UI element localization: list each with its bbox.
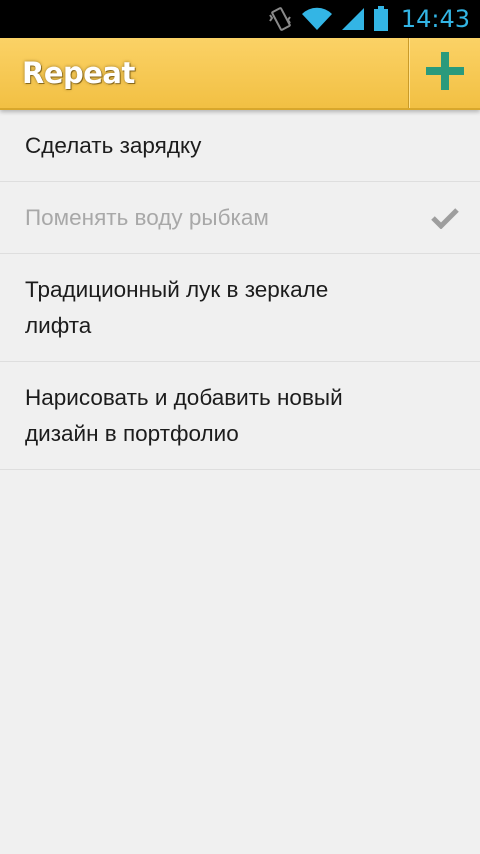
signal-icon bbox=[341, 7, 365, 31]
task-text: Сделать зарядку bbox=[25, 132, 202, 158]
status-bar: 14:43 bbox=[0, 0, 480, 38]
task-text: Поменять воду рыбкам bbox=[25, 204, 269, 230]
task-item[interactable]: Традиционный лук в зеркале лифта bbox=[0, 254, 480, 362]
task-text: Традиционный лук в зеркале лифта bbox=[25, 276, 329, 338]
plus-icon bbox=[425, 51, 464, 95]
task-text: Нарисовать и добавить новый дизайн в пор… bbox=[25, 384, 343, 446]
check-icon bbox=[431, 207, 459, 229]
app-title: Repeat bbox=[22, 56, 135, 90]
action-bar: Repeat bbox=[0, 38, 480, 110]
wifi-icon bbox=[301, 7, 333, 31]
status-time: 14:43 bbox=[400, 5, 470, 33]
task-list: Сделать зарядку Поменять воду рыбкам Тра… bbox=[0, 110, 480, 470]
battery-icon bbox=[373, 6, 389, 32]
vibrate-icon bbox=[267, 6, 293, 32]
task-item-done[interactable]: Поменять воду рыбкам bbox=[0, 182, 480, 254]
task-item[interactable]: Сделать зарядку bbox=[0, 110, 480, 182]
task-item[interactable]: Нарисовать и добавить новый дизайн в пор… bbox=[0, 362, 480, 470]
add-task-button[interactable] bbox=[408, 38, 480, 108]
